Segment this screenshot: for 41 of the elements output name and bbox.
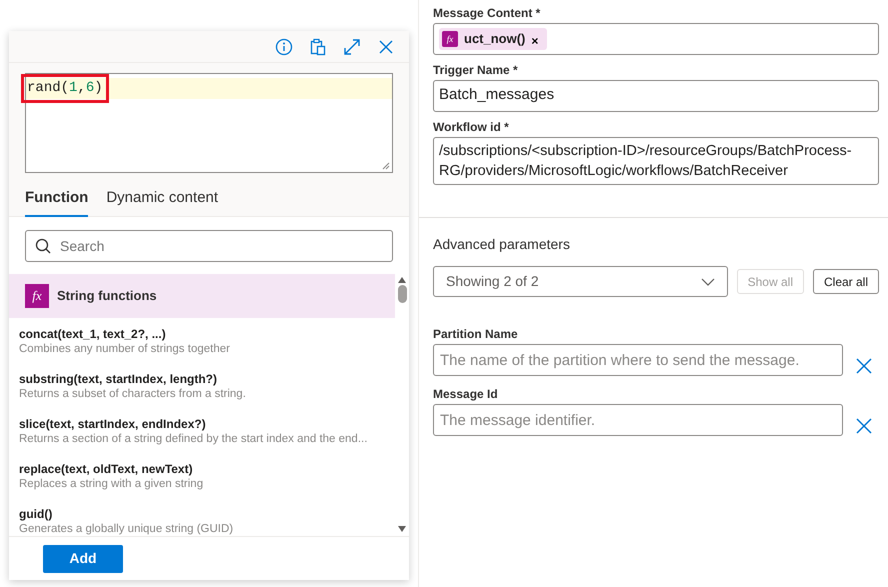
remove-token-button[interactable]: × (531, 34, 538, 46)
field-label: Message Id (433, 387, 499, 402)
field-label: Partition Name (433, 327, 519, 342)
function-icon: fx (25, 284, 49, 308)
scroll-up-icon[interactable] (398, 276, 406, 282)
parameters-dropdown[interactable]: Showing 2 of 2 (433, 266, 728, 297)
resize-grip-icon[interactable] (382, 162, 390, 170)
search-field[interactable]: Search (25, 230, 393, 262)
info-icon (275, 38, 293, 56)
add-button[interactable]: Add (43, 544, 123, 572)
function-group-header[interactable]: fx String functions (9, 274, 395, 318)
expand-icon (343, 38, 361, 56)
group-label: String functions (57, 286, 157, 305)
chevron-down-icon (700, 278, 715, 286)
text-field[interactable]: Batch_messages (433, 80, 879, 112)
scrollbar-thumb[interactable] (398, 284, 406, 302)
clipboard-icon (309, 38, 327, 56)
close-icon (855, 416, 873, 435)
function-item[interactable]: replace(text, oldText, newText) Replaces a string with a given string (9, 452, 395, 498)
tab[interactable]: Function (25, 187, 88, 216)
clear-all-button[interactable]: Clear all (812, 269, 879, 294)
search-icon (35, 238, 51, 254)
function-icon: fx (442, 31, 458, 47)
expression-text: rand(1,6) (24, 77, 106, 100)
function-item[interactable]: guid() Generates a globally unique string (GUID) (9, 498, 395, 536)
field-label: Workflow id * (433, 120, 510, 135)
text-field[interactable]: The name of the partition where to send the message. (433, 344, 843, 376)
function-item[interactable]: substring(text, startIndex, length?) Returns a subset of characters from a string. (9, 362, 395, 408)
function-item[interactable]: concat(text_1, text_2?, ...) Combines any number of strings together (9, 318, 395, 362)
scroll-down-icon[interactable] (398, 526, 406, 532)
message-content-field[interactable]: fx uct_now() × (433, 23, 879, 55)
close-icon (855, 356, 873, 375)
close-icon (377, 38, 395, 56)
token-chip[interactable]: fx uct_now() × (439, 28, 548, 50)
section-title: Advanced parameters (433, 235, 571, 254)
function-item[interactable]: slice(text, startIndex, endIndex?) Returns a section of a string defined by the start index and the end... (9, 408, 395, 452)
tab[interactable]: Dynamic content (106, 187, 218, 216)
text-field[interactable]: The message identifier. (433, 404, 843, 436)
field-label: Message Content * (433, 6, 542, 21)
text-field[interactable]: /subscriptions/<subscription-ID>/resourceGroups/BatchProcess-RG/providers/MicrosoftLogic/workflows/BatchReceiver (433, 137, 879, 185)
field-label: Trigger Name * (433, 63, 519, 78)
